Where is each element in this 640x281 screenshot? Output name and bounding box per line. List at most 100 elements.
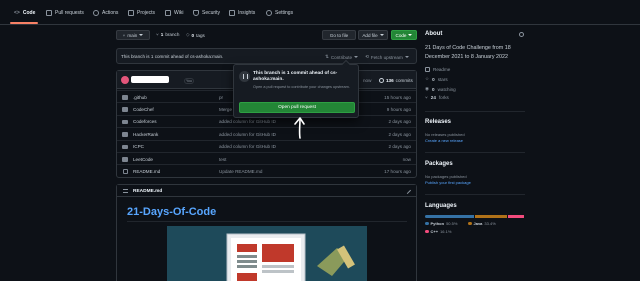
file-row[interactable]: README.md Update README.md 17 hours ago: [117, 164, 416, 176]
tags-link[interactable]: ◇ 0 tags: [186, 32, 205, 38]
tab-actions[interactable]: Actions: [93, 8, 118, 18]
readme-label: README.md: [133, 188, 163, 194]
branches-link[interactable]: ⑂ 1 branch: [156, 32, 179, 37]
tab-insights[interactable]: Insights: [229, 8, 255, 18]
language-percent: 50.5%: [446, 221, 458, 226]
chevron-down-icon: [404, 56, 409, 58]
stars-link[interactable]: ☆ 0 stars: [425, 76, 448, 82]
folder-icon: [122, 107, 128, 112]
fetch-upstream-button[interactable]: ⟲ Fetch upstream: [365, 54, 409, 60]
gear-icon[interactable]: [519, 32, 524, 37]
commits-link[interactable]: 136 commits: [379, 78, 413, 83]
star-icon: ☆: [425, 76, 430, 81]
file-age: 2 days ago: [388, 144, 411, 150]
stars-count: 0: [432, 76, 435, 82]
file-row[interactable]: LeetCode test now: [117, 152, 416, 164]
commit-message[interactable]: added column for GitHub ID: [219, 144, 276, 149]
contribute-popover: This branch is 1 commit ahead of cs-asho…: [233, 59, 359, 118]
list-icon[interactable]: [123, 189, 128, 193]
tab-pull-requests[interactable]: Pull requests: [46, 8, 84, 18]
you-badge: You: [184, 78, 194, 84]
language-bar-segment-python[interactable]: [425, 215, 474, 218]
file-name[interactable]: CodeChef: [133, 107, 154, 112]
tag-label: tags: [196, 32, 205, 38]
go-to-file-label: Go to file: [329, 32, 349, 38]
file-age: 9 hours ago: [386, 106, 411, 112]
publish-package-link[interactable]: Publish your first package: [425, 180, 471, 185]
forks-label: forks: [438, 95, 449, 100]
commit-message[interactable]: added column for GitHub ID: [219, 132, 276, 137]
open-pull-request-button[interactable]: Open pull request: [239, 102, 355, 113]
commit-count: 136: [386, 78, 394, 83]
tab-wiki[interactable]: Wiki: [165, 8, 183, 18]
file-name[interactable]: .github: [133, 95, 147, 100]
commit-message[interactable]: pr: [219, 95, 223, 100]
fetch-upstream-label: Fetch upstream: [370, 54, 403, 60]
languages-heading: Languages: [425, 203, 457, 209]
readme-header: README.md: [117, 185, 416, 197]
watching-link[interactable]: ◉ 0 watching: [425, 86, 456, 92]
tab-projects[interactable]: Projects: [128, 8, 155, 18]
file-name[interactable]: LeetCode: [133, 157, 153, 162]
tab-settings[interactable]: Settings: [266, 8, 293, 18]
go-to-file-button[interactable]: Go to file: [322, 30, 356, 40]
tab-label: Pull requests: [55, 10, 84, 16]
forks-link[interactable]: ⑂ 24 forks: [425, 95, 449, 100]
tab-label: Security: [202, 10, 221, 16]
language-bar-segment-cpp[interactable]: [508, 215, 524, 218]
language-dot: [425, 229, 429, 234]
add-file-button[interactable]: Add file: [358, 30, 388, 40]
language-item-cpp[interactable]: C++ 16.1%: [425, 229, 451, 234]
tab-security[interactable]: Security: [193, 8, 220, 18]
arrow-annotation-icon: [294, 117, 305, 139]
file-name[interactable]: Codeforces: [133, 119, 157, 124]
file-row[interactable]: ICPC added column for GitHub ID 2 days a…: [117, 139, 416, 152]
tag-count: 0: [191, 32, 195, 38]
branch-name: main: [127, 32, 138, 38]
contribute-label: Contribute: [330, 54, 353, 60]
commit-message[interactable]: added column for GitHub ID: [219, 119, 276, 124]
watching-count: 0: [432, 86, 435, 92]
about-heading: About: [425, 31, 443, 37]
tag-icon: ◇: [186, 32, 190, 37]
readme-title[interactable]: 21-Days-Of-Code: [127, 206, 216, 218]
language-bar: [425, 215, 525, 218]
contribute-button[interactable]: ⇅ Contribute: [325, 54, 359, 60]
readme-link[interactable]: Readme: [425, 67, 450, 72]
pencil-icon[interactable]: [403, 186, 412, 195]
branch-count: 1: [160, 32, 164, 37]
stars-label: stars: [437, 76, 448, 82]
file-age: now: [402, 156, 411, 162]
commit-message[interactable]: Update README.md: [219, 169, 262, 174]
divider: [425, 194, 525, 195]
create-release-link[interactable]: Create a new release: [425, 138, 463, 143]
forks-count: 24: [430, 95, 436, 100]
language-bar-segment-java[interactable]: [475, 215, 508, 218]
file-age: 15 hours ago: [384, 94, 411, 100]
eye-icon: ◉: [425, 86, 430, 91]
code-icon: <>: [14, 10, 20, 16]
language-item-python[interactable]: Python 50.5%: [425, 221, 457, 226]
about-description: 21 Days of Code Challenge from 18 Decemb…: [425, 45, 511, 60]
hero-illustration: [226, 233, 355, 281]
branch-select-button[interactable]: ⑂ main: [116, 30, 150, 40]
file-age: 17 hours ago: [384, 168, 411, 174]
language-percent: 16.1%: [440, 229, 452, 234]
file-name[interactable]: HackerRank: [133, 132, 158, 137]
language-item-java[interactable]: Java 33.4%: [468, 221, 496, 226]
tab-code[interactable]: <> Code: [14, 8, 35, 18]
file-name[interactable]: ICPC: [133, 144, 144, 149]
commit-message[interactable]: Merge: [219, 107, 232, 112]
chevron-down-icon: [379, 34, 384, 36]
shield-icon: [193, 10, 199, 16]
packages-heading[interactable]: Packages: [425, 161, 453, 167]
commit-message[interactable]: test: [219, 157, 226, 162]
releases-heading[interactable]: Releases: [425, 119, 451, 125]
file-row[interactable]: HackerRank added column for GitHub ID 2 …: [117, 127, 416, 139]
chevron-down-icon: [139, 34, 144, 36]
readme-hero-image: [167, 226, 367, 281]
code-button[interactable]: Code: [391, 30, 417, 40]
file-name[interactable]: README.md: [133, 169, 160, 174]
language-percent: 33.4%: [484, 221, 496, 226]
avatar[interactable]: [121, 76, 129, 84]
